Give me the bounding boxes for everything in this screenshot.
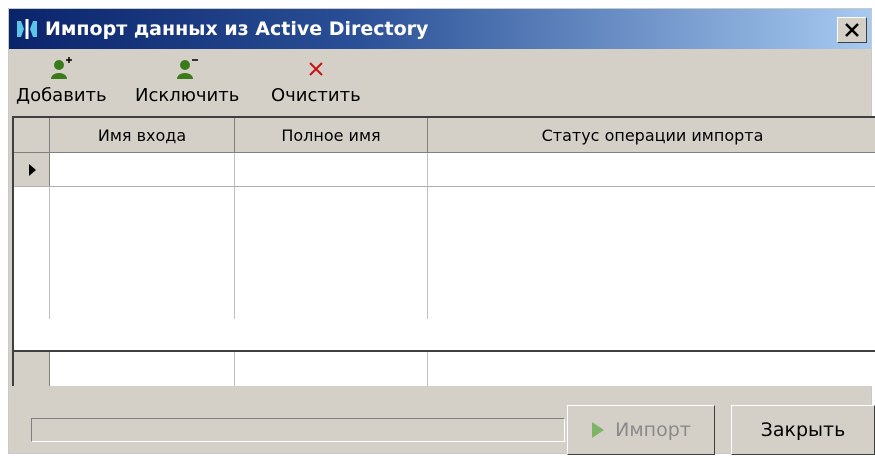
import-label: Импорт [615, 419, 691, 441]
import-progress-bar [31, 418, 565, 442]
users-grid[interactable]: Имя входа Полное имя Статус операции имп… [12, 116, 875, 386]
clear-x-icon [309, 62, 323, 76]
grid-corner [14, 118, 50, 152]
play-arrow-icon [592, 422, 605, 438]
empty-column-login [50, 187, 235, 319]
close-button[interactable]: Закрыть [731, 405, 875, 455]
cell-fullname[interactable] [235, 153, 428, 186]
close-window-button[interactable] [837, 17, 867, 43]
import-button[interactable]: Импорт [567, 405, 715, 455]
table-row[interactable] [14, 153, 875, 187]
close-label: Закрыть [760, 419, 846, 441]
empty-indicator-column [14, 187, 50, 319]
empty-column-fullname [235, 187, 428, 319]
user-add-icon [51, 57, 73, 79]
window-title: Импорт данных из Active Directory [45, 18, 429, 40]
footer-cell-fullname [235, 352, 428, 386]
column-header-fullname[interactable]: Полное имя [235, 118, 428, 152]
empty-column-status [428, 187, 875, 319]
column-header-login[interactable]: Имя входа [50, 118, 235, 152]
user-remove-icon [177, 59, 199, 79]
cell-login[interactable] [50, 153, 235, 186]
footer-cell-status [428, 352, 875, 386]
grid-header: Имя входа Полное имя Статус операции имп… [14, 118, 875, 153]
title-bar: Импорт данных из Active Directory [9, 9, 871, 49]
row-indicator[interactable] [14, 153, 50, 186]
clear-label: Очистить [271, 85, 361, 106]
add-button[interactable]: Добавить [16, 51, 107, 106]
import-dialog: Импорт данных из Active Directory Добави… [8, 8, 875, 455]
clear-button[interactable]: Очистить [271, 51, 361, 106]
toolbar: Добавить Исключить Очистить [9, 51, 871, 115]
add-label: Добавить [16, 85, 107, 106]
remove-label: Исключить [135, 85, 240, 106]
row-pointer-icon [28, 163, 36, 176]
cell-status[interactable] [428, 153, 875, 186]
remove-button[interactable]: Исключить [135, 51, 239, 106]
column-header-status[interactable]: Статус операции импорта [428, 118, 875, 152]
app-logo-icon [17, 19, 37, 39]
footer-indicator [14, 352, 50, 386]
grid-footer-row [14, 350, 875, 386]
close-icon [845, 23, 859, 37]
grid-empty-area [14, 187, 875, 319]
footer-cell-login [50, 352, 235, 386]
